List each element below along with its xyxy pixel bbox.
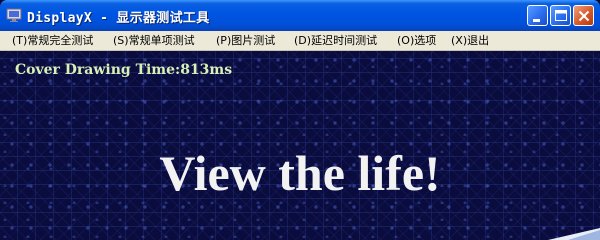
menu-item-full-test[interactable]: (T) 常规完全测试 [12,33,93,48]
close-button[interactable] [573,5,594,26]
menu-item-single-test[interactable]: (S) 常规单项测试 [113,33,195,48]
window-title: DisplayX - 显示器测试工具 [27,11,210,26]
maximize-button[interactable] [550,5,571,26]
menu-item-label: 常规完全测试 [27,34,94,47]
maximize-icon [555,10,567,21]
drawing-time-readout: Cover Drawing Time:813ms [15,62,233,78]
menu-item-label: 图片测试 [231,34,276,47]
minimize-button[interactable] [527,5,548,26]
close-icon [578,10,590,22]
accelerator-key: X [455,34,463,47]
accelerator-key: S [117,34,125,47]
menu-item-exit[interactable]: (X) 退出 [451,33,489,48]
accelerator-key: D [298,34,307,47]
menu-item-label: 选项 [414,34,437,47]
minimize-icon [533,19,540,22]
accelerator-key: O [401,34,410,47]
menu-item-options[interactable]: (O) 选项 [397,33,436,48]
tagline-text: View the life! [159,145,441,201]
menu-item-latency-test[interactable]: (D) 延迟时间测试 [294,33,377,48]
menu-item-image-test[interactable]: (P) 图片测试 [216,33,275,48]
menu-bar: (T) 常规完全测试 (S) 常规单项测试 (P) 图片测试 (D) 延迟时间测试 (O… [0,31,600,51]
monitor-app-icon [6,8,22,22]
menu-item-label: 延迟时间测试 [311,34,378,47]
corner-highlight [548,228,600,240]
menu-item-label: 常规单项测试 [128,34,195,47]
title-bar[interactable]: DisplayX - 显示器测试工具 [0,0,600,31]
test-display-area[interactable]: Cover Drawing Time:813ms View the life! [0,51,600,240]
menu-item-label: 退出 [467,34,490,47]
accelerator-key: T [16,34,24,47]
accelerator-key: P [220,34,227,47]
app-window: DisplayX - 显示器测试工具 (T)常规完全测试 (S)常规单项测试 [0,0,600,240]
